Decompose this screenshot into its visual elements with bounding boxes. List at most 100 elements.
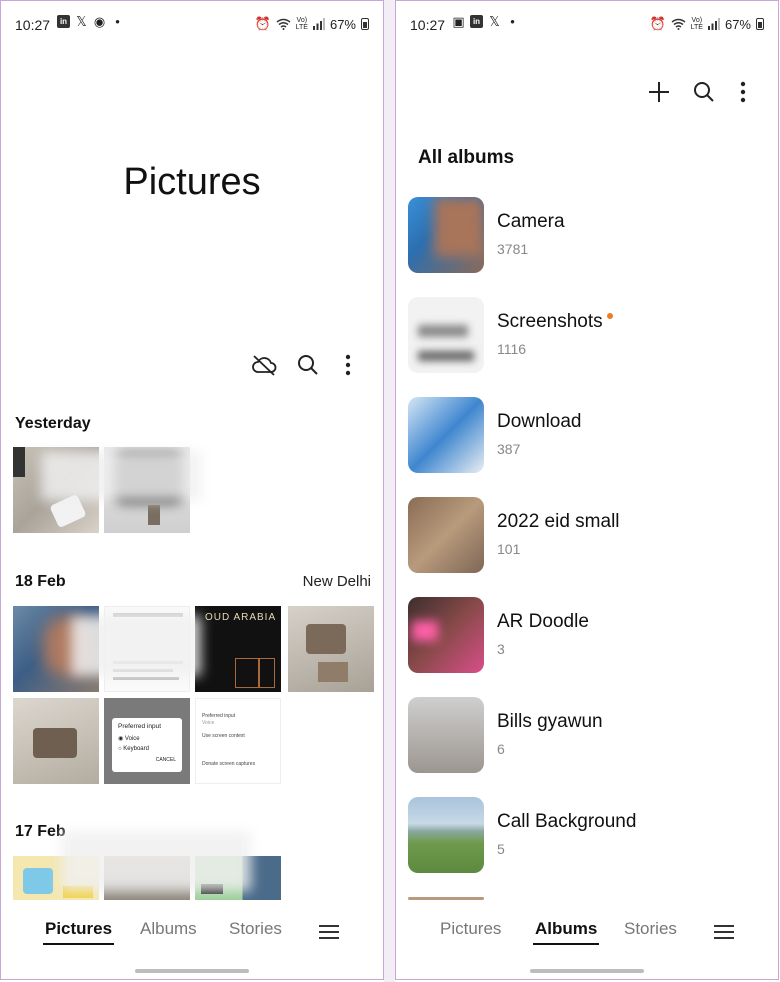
settings-item: Use screen context: [202, 733, 245, 739]
status-bar: 10:27 in 𝕏 ◉ • ⏰ Vo) LTE 67%: [15, 13, 369, 37]
album-camera[interactable]: Camera 3781: [408, 197, 778, 277]
album-count: 1116: [497, 341, 527, 357]
alarm-icon: ⏰: [254, 16, 271, 31]
system-icons: ⏰ Vo) LTE 67%: [254, 16, 369, 32]
album-name: Camera: [497, 211, 565, 232]
search-icon[interactable]: [294, 351, 322, 379]
menu-icon[interactable]: [714, 921, 734, 939]
notification-icons: ▣ in 𝕏 •: [452, 13, 519, 30]
preferred-input-dialog: Preferred input ◉ Voice ○ Keyboard CANCE…: [112, 718, 182, 772]
bottom-nav: Pictures Albums Stories: [1, 919, 383, 949]
dialog-option-label: Voice: [124, 736, 140, 742]
threads-icon: ◉: [93, 13, 106, 29]
status-time: 10:27: [410, 17, 446, 33]
battery-percent: 67%: [329, 16, 356, 32]
volte-indicator: Vo) LTE: [295, 17, 308, 31]
gallery-albums-screen: 10:27 ▣ in 𝕏 • ⏰ Vo) LTE 67% All albums C…: [395, 0, 779, 980]
section-date: Yesterday: [15, 415, 91, 432]
signal-icon: [707, 18, 720, 30]
section-date: 18 Feb: [15, 573, 66, 590]
signal-icon: [312, 18, 325, 30]
x-icon: 𝕏: [489, 13, 500, 29]
album-name: 2022 eid small: [497, 511, 620, 532]
album-thumbnail: [408, 197, 484, 273]
album-thumbnail: [408, 597, 484, 673]
album-name: Bills gyawun: [497, 711, 603, 732]
gesture-home-bar[interactable]: [530, 969, 644, 973]
album-name: Screenshots: [497, 311, 613, 333]
alarm-icon: ⏰: [649, 16, 666, 31]
screenshot-thumbnail[interactable]: OUD ARABIA: [195, 606, 281, 692]
new-content-dot: [606, 313, 613, 319]
screenshot-thumbnail[interactable]: Preferred input ◉ Voice ○ Keyboard CANCE…: [104, 698, 190, 784]
album-name-text: Screenshots: [497, 311, 603, 332]
gallery-notification-icon: ▣: [452, 13, 465, 29]
album-download[interactable]: Download 387: [408, 397, 778, 477]
page-title: Pictures: [123, 161, 261, 203]
more-vert-icon[interactable]: [334, 351, 362, 379]
volte-indicator: Vo) LTE: [690, 17, 703, 31]
album-2022-eid-small[interactable]: 2022 eid small 101: [408, 497, 778, 577]
cloud-off-icon[interactable]: [250, 351, 278, 379]
status-bar: 10:27 ▣ in 𝕏 • ⏰ Vo) LTE 67%: [410, 13, 764, 37]
search-icon[interactable]: [690, 78, 718, 106]
battery-icon: [756, 18, 764, 30]
section-location: New Delhi: [302, 573, 371, 590]
album-thumbnail: [408, 397, 484, 473]
album-bills-gyawun[interactable]: Bills gyawun 6: [408, 697, 778, 777]
add-icon[interactable]: [645, 78, 673, 106]
dialog-option: ○ Keyboard: [118, 746, 149, 752]
section-date: 17 Feb: [15, 823, 66, 840]
photo-thumbnail[interactable]: [288, 606, 374, 692]
nav-albums[interactable]: Albums: [140, 919, 197, 939]
gallery-pictures-screen: 10:27 in 𝕏 ◉ • ⏰ Vo) LTE 67% Pictures Yes…: [0, 0, 384, 980]
all-albums-heading: All albums: [418, 147, 515, 168]
nav-stories[interactable]: Stories: [229, 919, 282, 939]
menu-icon[interactable]: [319, 921, 339, 939]
screenshot-thumbnail[interactable]: Preferred input Voice Use screen context…: [195, 698, 281, 784]
nav-stories[interactable]: Stories: [624, 919, 677, 939]
album-name: Call Background: [497, 811, 637, 832]
more-notifications-icon: •: [115, 14, 120, 29]
more-vert-icon[interactable]: [729, 78, 757, 106]
screen-divider: [384, 0, 395, 982]
x-icon: 𝕏: [76, 13, 87, 29]
dialog-option-label: Keyboard: [123, 746, 149, 752]
battery-percent: 67%: [724, 16, 751, 32]
album-count: 3: [497, 641, 505, 657]
linkedin-icon: in: [57, 15, 70, 28]
linkedin-icon: in: [470, 15, 483, 28]
notification-icons: in 𝕏 ◉ •: [57, 13, 124, 29]
album-thumbnail: [408, 497, 484, 573]
album-thumbnail: [408, 697, 484, 773]
album-call-background[interactable]: Call Background 5: [408, 797, 778, 877]
status-time: 10:27: [15, 17, 51, 33]
nav-pictures[interactable]: Pictures: [440, 919, 501, 939]
album-thumbnail: [408, 797, 484, 873]
photo-thumbnail[interactable]: [13, 698, 99, 784]
dialog-cancel: CANCEL: [155, 757, 176, 763]
album-count: 101: [497, 541, 521, 557]
wifi-icon: [276, 18, 291, 30]
wifi-icon: [671, 18, 686, 30]
system-icons: ⏰ Vo) LTE 67%: [649, 16, 764, 32]
nav-pictures[interactable]: Pictures: [42, 919, 115, 945]
dialog-title: Preferred input: [118, 723, 161, 730]
album-screenshots[interactable]: Screenshots 1116: [408, 297, 778, 377]
album-count: 3781: [497, 241, 529, 257]
settings-subtitle: Voice: [202, 720, 215, 726]
album-ar-doodle[interactable]: AR Doodle 3: [408, 597, 778, 677]
settings-title: Preferred input: [202, 713, 236, 719]
album-count: 5: [497, 841, 505, 857]
nav-albums[interactable]: Albums: [532, 919, 600, 945]
album-partial: [408, 897, 778, 901]
album-count: 387: [497, 441, 521, 457]
oud-arabia-text: OUD ARABIA: [205, 612, 277, 623]
gesture-home-bar[interactable]: [135, 969, 249, 973]
album-name: AR Doodle: [497, 611, 589, 632]
more-notifications-icon: •: [510, 14, 515, 29]
battery-icon: [361, 18, 369, 30]
album-name: Download: [497, 411, 582, 432]
album-thumbnail: [408, 297, 484, 373]
settings-item: Donate screen captures: [202, 761, 256, 767]
